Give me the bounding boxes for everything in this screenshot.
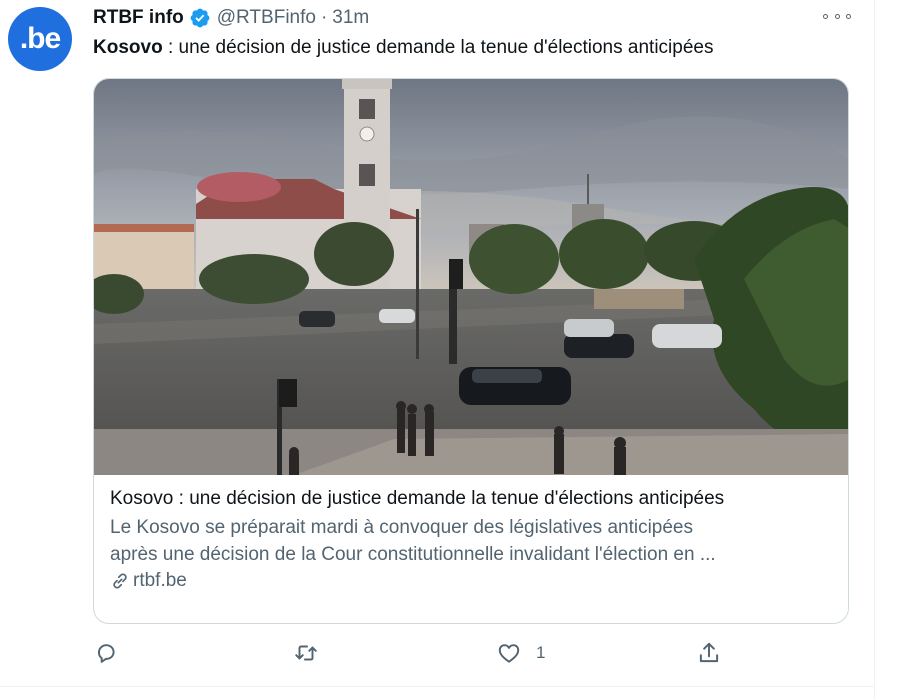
tweet-text: Kosovo : une décision de justice demande… <box>93 37 713 59</box>
avatar-text: .be <box>19 22 61 55</box>
retweet-icon <box>295 645 317 661</box>
share-button[interactable] <box>696 640 722 666</box>
link-icon <box>113 573 127 589</box>
more-options-icon[interactable] <box>823 8 851 24</box>
tweet[interactable]: .be RTBF info @RTBFinfo · 31m Kosovo : u… <box>0 0 874 699</box>
avatar[interactable]: .be <box>8 7 72 71</box>
like-count: 1 <box>536 643 546 662</box>
account-name[interactable]: RTBF info <box>93 7 184 29</box>
card-link[interactable]: rtbf.be <box>110 570 832 592</box>
separator-dot: · <box>320 7 328 28</box>
tweet-divider <box>0 686 874 687</box>
tweet-text-bold: Kosovo <box>93 37 163 58</box>
retweet-button[interactable] <box>293 640 319 666</box>
reply-icon <box>97 644 115 663</box>
verified-icon <box>190 8 210 28</box>
card-image[interactable] <box>94 79 849 475</box>
card-description: Le Kosovo se préparait mardi à convoquer… <box>110 514 832 568</box>
share-icon <box>699 642 719 663</box>
tweet-header: RTBF info @RTBFinfo · 31m <box>93 6 369 30</box>
like-button[interactable]: 1 <box>496 640 545 666</box>
card-description-line-1: Le Kosovo se préparait mardi à convoquer… <box>110 517 693 538</box>
card-description-line-2: après une décision de la Cour constituti… <box>110 544 716 565</box>
tweet-timestamp[interactable]: 31m <box>332 7 369 29</box>
link-card[interactable]: Kosovo : une décision de justice demande… <box>93 78 849 624</box>
card-body: Kosovo : une décision de justice demande… <box>110 487 832 592</box>
tweet-actions: 1 <box>93 640 873 674</box>
reply-button[interactable] <box>93 640 119 666</box>
account-handle[interactable]: @RTBFinfo <box>217 7 316 29</box>
like-icon <box>498 644 520 663</box>
card-title: Kosovo : une décision de justice demande… <box>110 488 725 509</box>
tweet-text-rest: : une décision de justice demande la ten… <box>162 37 714 58</box>
card-domain[interactable]: rtbf.be <box>133 570 187 592</box>
timeline-border <box>874 0 875 699</box>
